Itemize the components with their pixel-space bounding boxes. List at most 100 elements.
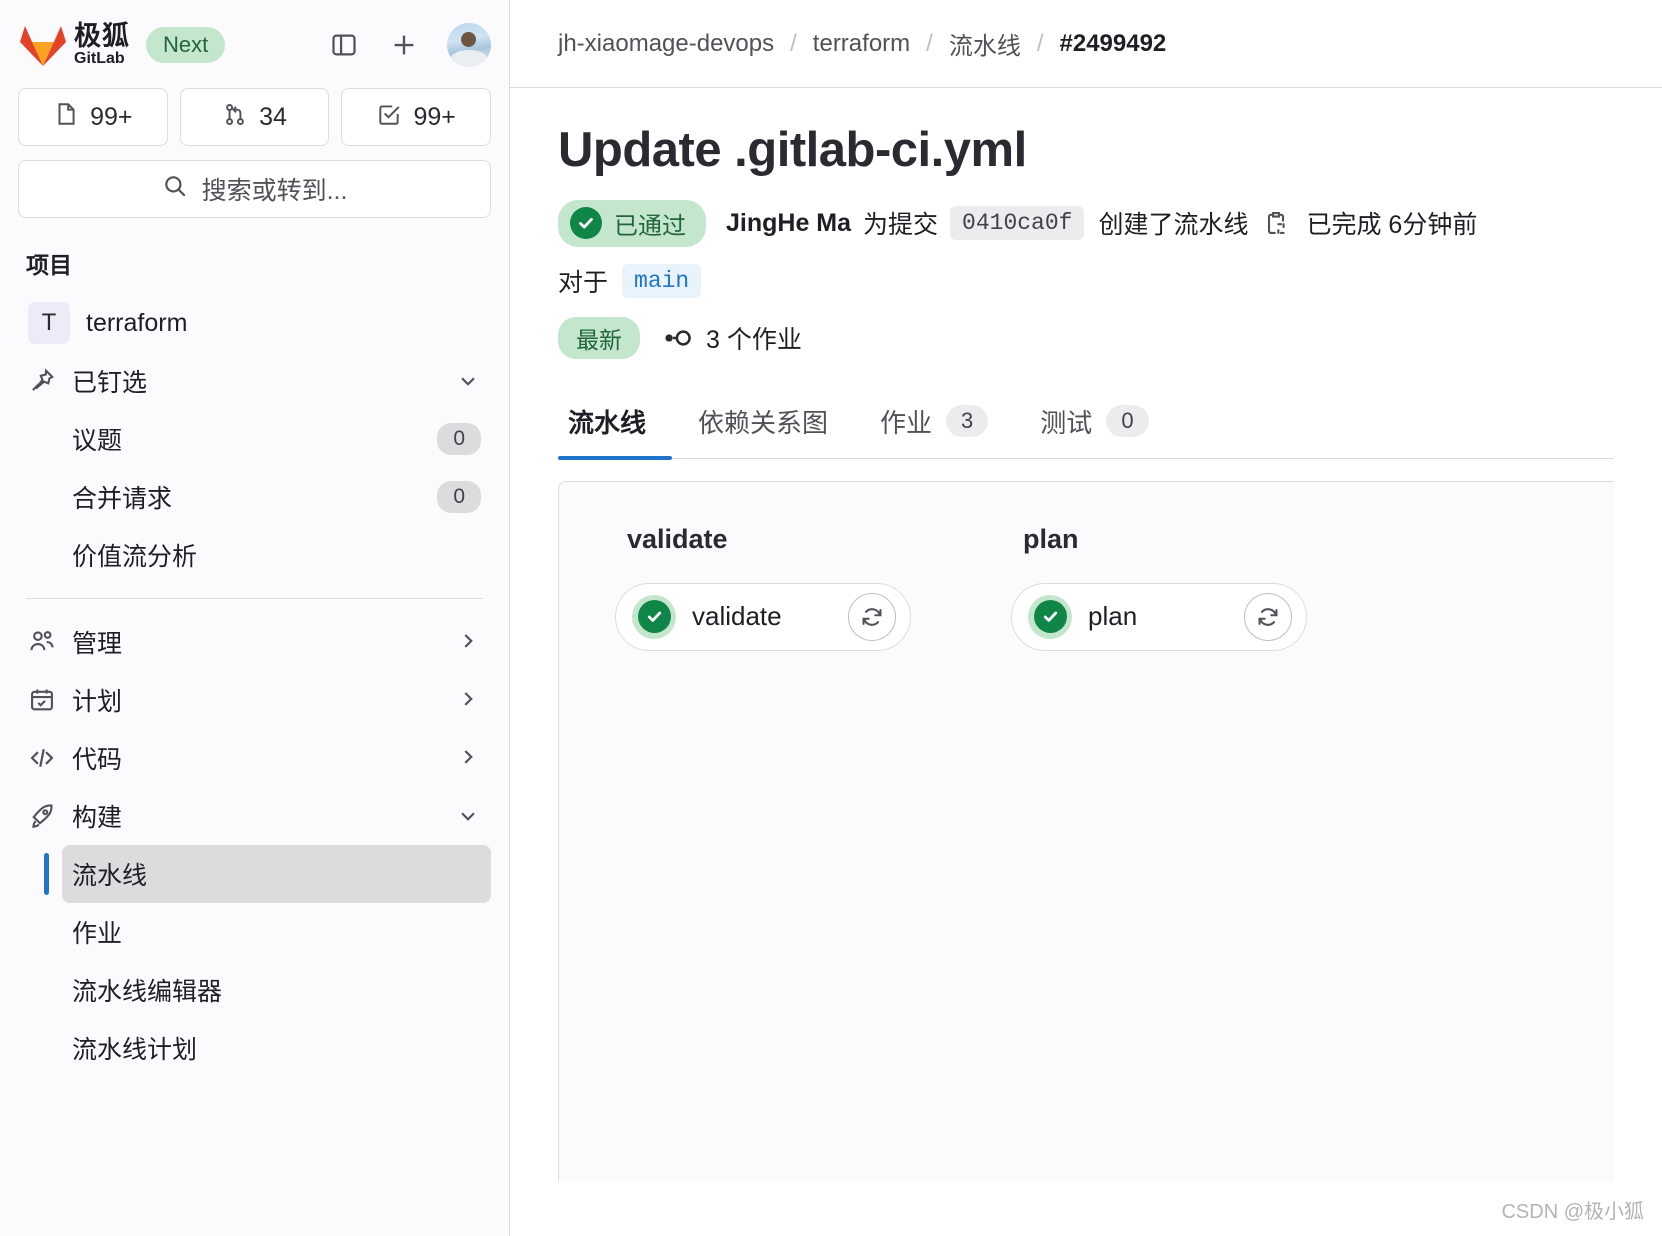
check-circle-icon bbox=[632, 594, 676, 639]
sidebar-item-code[interactable]: 代码 bbox=[18, 729, 491, 787]
sidebar-item-pipeline-schedules[interactable]: 流水线计划 bbox=[62, 1019, 491, 1077]
sidebar-item-label-pipelines: 流水线 bbox=[72, 862, 148, 890]
check-circle-icon bbox=[1028, 594, 1072, 639]
pipeline-graph: validate validate plan plan bbox=[558, 480, 1614, 1181]
pipeline-author[interactable]: JingHe Ma bbox=[726, 209, 851, 238]
sidebar-item-manage[interactable]: 管理 bbox=[18, 613, 491, 671]
pipeline-stage-plan: plan plan bbox=[1011, 524, 1307, 651]
sidebar-counts: 99+ 34 99+ bbox=[18, 88, 492, 146]
tab-jobs[interactable]: 作业 3 bbox=[854, 403, 1014, 458]
gitlab-fox-logo-icon[interactable] bbox=[18, 22, 68, 68]
todo-check-icon bbox=[376, 101, 402, 134]
build-items: 流水线 作业 流水线编辑器 流水线计划 bbox=[18, 845, 491, 1077]
breadcrumb-separator: / bbox=[1036, 29, 1044, 57]
merge-request-icon bbox=[222, 101, 248, 134]
chevron-right-icon[interactable] bbox=[455, 687, 481, 713]
rocket-icon bbox=[28, 802, 72, 830]
tab-dependency-graph[interactable]: 依赖关系图 bbox=[672, 403, 854, 458]
tab-label-tests: 测试 bbox=[1040, 407, 1093, 438]
pinned-items: 议题 0 合并请求 0 价值流分析 bbox=[18, 410, 491, 584]
status-badge[interactable]: 已通过 bbox=[558, 199, 706, 247]
sidebar-item-label-pinned: 已钉选 bbox=[72, 369, 148, 397]
pipeline-stage-validate: validate validate bbox=[615, 524, 911, 651]
chevron-down-icon[interactable] bbox=[455, 803, 481, 829]
retry-icon[interactable] bbox=[848, 592, 896, 641]
tab-pipeline[interactable]: 流水线 bbox=[558, 403, 673, 460]
tab-tests[interactable]: 测试 0 bbox=[1014, 403, 1174, 458]
tab-count-jobs: 3 bbox=[946, 405, 989, 438]
meta-text-for-commit: 为提交 bbox=[863, 211, 939, 240]
brand-text[interactable]: 极狐 GitLab bbox=[74, 23, 130, 67]
merge-requests-count-button[interactable]: 34 bbox=[179, 88, 330, 146]
brand-row: 极狐 GitLab Next bbox=[18, 14, 491, 76]
branch-prefix-label: 对于 bbox=[558, 268, 609, 297]
jobs-summary: 最新 3 个作业 bbox=[558, 316, 1614, 359]
breadcrumb-section[interactable]: 流水线 bbox=[949, 26, 1021, 61]
pipeline-icon bbox=[660, 325, 694, 351]
sidebar-toggle-icon[interactable] bbox=[327, 28, 361, 62]
check-circle-icon bbox=[570, 207, 602, 240]
tab-label-jobs: 作业 bbox=[880, 407, 933, 438]
breadcrumb-project[interactable]: terraform bbox=[813, 30, 910, 58]
watermark: CSDN @极小狐 bbox=[1501, 1201, 1644, 1223]
sidebar-item-label-manage: 管理 bbox=[72, 630, 123, 658]
breadcrumb: jh-xiaomage-devops / terraform / 流水线 / #… bbox=[510, 0, 1662, 88]
sidebar-item-label-pipeline-schedules: 流水线计划 bbox=[72, 1036, 198, 1064]
todos-count-button[interactable]: 99+ bbox=[341, 88, 492, 146]
job-name: plan bbox=[1088, 601, 1138, 632]
sidebar-item-value-stream[interactable]: 价值流分析 bbox=[62, 526, 491, 584]
commit-sha[interactable]: 0410ca0f bbox=[950, 206, 1085, 241]
breadcrumb-group[interactable]: jh-xiaomage-devops bbox=[558, 30, 774, 58]
code-icon bbox=[28, 744, 72, 772]
project-name: terraform bbox=[86, 308, 188, 337]
sidebar-item-pinned[interactable]: 已钉选 bbox=[18, 352, 491, 410]
merge-requests-badge: 0 bbox=[437, 480, 481, 514]
sidebar-item-merge-requests[interactable]: 合并请求 0 bbox=[62, 468, 491, 526]
avatar[interactable] bbox=[447, 23, 491, 67]
meta-text-created-pipeline: 创建了流水线 bbox=[1098, 211, 1249, 240]
branch-name[interactable]: main bbox=[622, 263, 702, 298]
copy-to-clipboard-icon[interactable] bbox=[1262, 209, 1290, 237]
issues-count-button[interactable]: 99+ bbox=[18, 88, 168, 146]
merge-requests-count: 34 bbox=[259, 102, 287, 131]
sidebar-item-plan[interactable]: 计划 bbox=[18, 671, 491, 729]
calendar-icon bbox=[28, 686, 72, 714]
page-title: Update .gitlab-ci.yml bbox=[558, 123, 1027, 177]
chevron-right-icon[interactable] bbox=[455, 745, 481, 771]
chevron-right-icon[interactable] bbox=[455, 629, 481, 655]
sidebar-item-label-build: 构建 bbox=[72, 804, 123, 832]
sidebar-header: 极狐 GitLab Next 99+ 34 99+ 搜索或转到... bbox=[0, 0, 509, 218]
search-input[interactable]: 搜索或转到... bbox=[18, 160, 491, 218]
stage-name: validate bbox=[627, 523, 728, 554]
sidebar-item-issues[interactable]: 议题 0 bbox=[62, 410, 491, 468]
issues-count: 99+ bbox=[90, 102, 133, 131]
breadcrumb-separator: / bbox=[926, 29, 933, 57]
sidebar-item-label-value-stream: 价值流分析 bbox=[72, 543, 198, 571]
sidebar-item-label-plan: 计划 bbox=[72, 688, 123, 716]
sidebar-actions bbox=[327, 23, 491, 67]
status-badge-label: 已通过 bbox=[614, 212, 686, 240]
search-placeholder: 搜索或转到... bbox=[201, 177, 348, 205]
sidebar-item-jobs[interactable]: 作业 bbox=[62, 903, 491, 961]
jobs-count-text: 3 个作业 bbox=[706, 325, 802, 354]
sidebar-section-title: 项目 bbox=[26, 252, 72, 278]
job-card-plan[interactable]: plan bbox=[1011, 582, 1307, 651]
stage-name: plan bbox=[1023, 523, 1079, 554]
job-card-validate[interactable]: validate bbox=[615, 582, 911, 651]
sidebar-item-pipeline-editor[interactable]: 流水线编辑器 bbox=[62, 961, 491, 1019]
sidebar: 极狐 GitLab Next 99+ 34 99+ 搜索或转到... 项目 T … bbox=[0, 0, 510, 1236]
sidebar-item-pipelines[interactable]: 流水线 bbox=[44, 845, 491, 903]
issues-badge: 0 bbox=[437, 422, 481, 456]
breadcrumb-current[interactable]: #2499492 bbox=[1060, 30, 1167, 58]
search-icon bbox=[162, 173, 188, 206]
main-content: jh-xiaomage-devops / terraform / 流水线 / #… bbox=[510, 0, 1662, 1236]
sidebar-item-build[interactable]: 构建 bbox=[18, 787, 491, 845]
todos-count: 99+ bbox=[413, 102, 456, 131]
sidebar-item-label-merge-requests: 合并请求 bbox=[72, 485, 173, 513]
sidebar-nav: 项目 T terraform 已钉选 议题 0 合并请求 0 价值流分析 管理 … bbox=[0, 240, 509, 1236]
sidebar-item-project-terraform[interactable]: T terraform bbox=[18, 294, 491, 352]
chevron-down-icon[interactable] bbox=[455, 368, 481, 394]
plus-icon[interactable] bbox=[387, 28, 421, 62]
retry-icon[interactable] bbox=[1244, 592, 1292, 641]
next-badge[interactable]: Next bbox=[146, 27, 226, 63]
